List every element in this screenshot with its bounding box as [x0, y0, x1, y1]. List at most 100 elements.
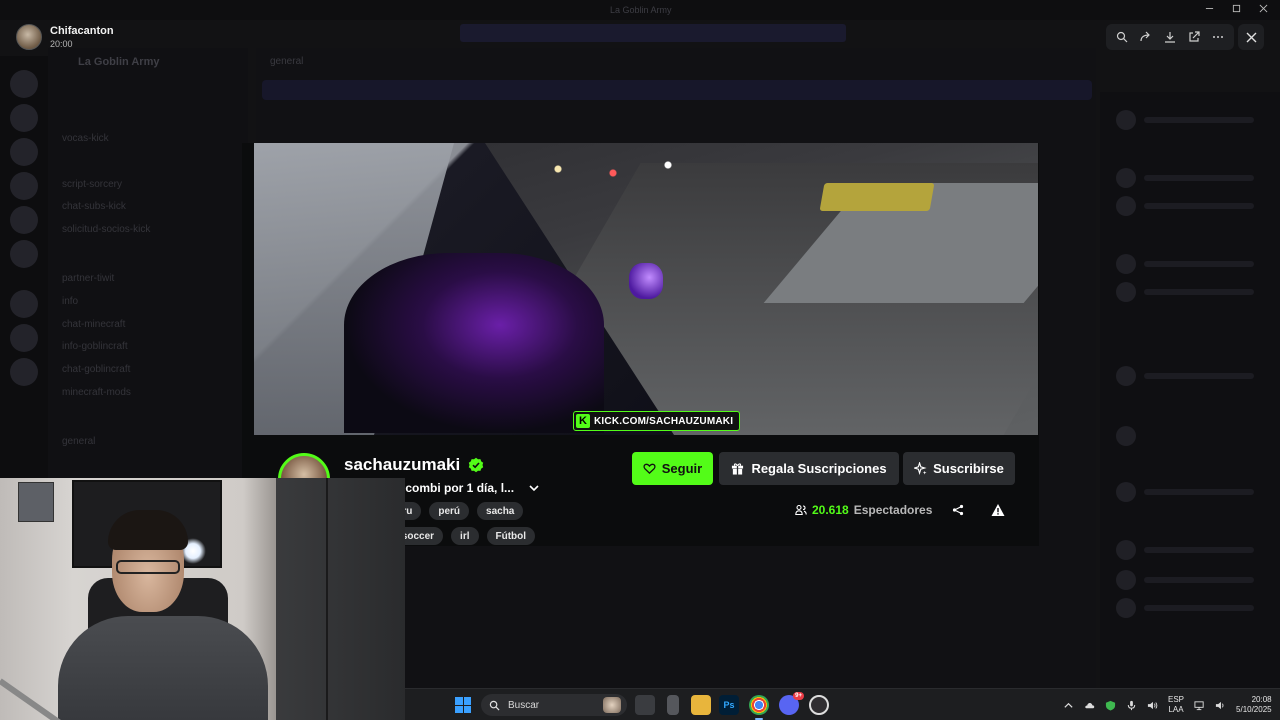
member-name: [1144, 203, 1254, 209]
chrome-icon[interactable]: [749, 695, 769, 720]
photoshop-icon[interactable]: Ps: [719, 695, 739, 715]
follow-label: Seguir: [661, 461, 703, 476]
network-icon[interactable]: [1194, 700, 1205, 711]
more-button[interactable]: [1209, 28, 1227, 46]
download-button[interactable]: [1161, 28, 1179, 46]
member-avatar[interactable]: [1116, 254, 1136, 274]
server-icon[interactable]: [10, 138, 38, 166]
author-name[interactable]: Chifacanton: [50, 25, 114, 37]
streamer-name[interactable]: sachauzumaki: [344, 455, 460, 475]
viewer-count: 20.618 Espectadores: [795, 503, 932, 517]
server-icon[interactable]: [10, 172, 38, 200]
channel-item[interactable]: chat-minecraft: [62, 319, 125, 330]
search-highlight-icon: [603, 697, 621, 713]
taskbar: Buscar Ps 9+ ESP LAA 20:08 5/10/2025: [405, 688, 1280, 720]
server-icon[interactable]: [10, 104, 38, 132]
folder-icon[interactable]: [691, 695, 711, 715]
server-icon[interactable]: [10, 206, 38, 234]
channel-item[interactable]: general: [62, 436, 95, 447]
member-name: [1144, 289, 1254, 295]
channel-item[interactable]: chat-goblincraft: [62, 364, 130, 375]
chat-banner: [262, 80, 1092, 100]
viewer-toolbar: [1106, 24, 1234, 50]
tag[interactable]: sacha: [477, 502, 524, 520]
clock[interactable]: 20:08 5/10/2025: [1236, 695, 1272, 715]
server-icon[interactable]: [10, 358, 38, 386]
cloud-icon[interactable]: [1084, 700, 1095, 711]
viewer-author: Chifacanton 20:00: [16, 24, 114, 50]
server-icon[interactable]: [10, 290, 38, 318]
channel-item[interactable]: chat-subs-kick: [62, 201, 126, 212]
guild-name[interactable]: La Goblin Army: [78, 56, 160, 68]
server-icon[interactable]: [10, 324, 38, 352]
member-avatar[interactable]: [1116, 426, 1136, 446]
wardrobe: [276, 478, 405, 720]
windows-start-icon[interactable]: [455, 697, 471, 713]
microphone-icon[interactable]: [1126, 700, 1137, 711]
server-icon[interactable]: [10, 240, 38, 268]
keyboard-layout: LAA: [1168, 705, 1184, 714]
member-avatar[interactable]: [1116, 598, 1136, 618]
chevron-up-icon[interactable]: [1063, 700, 1074, 711]
member-avatar[interactable]: [1116, 540, 1136, 560]
kick-logo-icon: K: [576, 414, 590, 428]
member-name: [1144, 489, 1254, 495]
subscribe-button[interactable]: Suscribirse: [903, 452, 1015, 485]
window-controls: [1205, 4, 1268, 13]
share-icon[interactable]: [952, 504, 964, 516]
member-avatar[interactable]: [1116, 482, 1136, 502]
member-name: [1144, 175, 1254, 181]
channel-item[interactable]: partner-tiwit: [62, 273, 114, 284]
channel-item[interactable]: vocas-kick: [62, 133, 109, 144]
channel-item[interactable]: solicitud-socios-kick: [62, 224, 150, 235]
system-tray: ESP LAA 20:08 5/10/2025: [1063, 689, 1280, 720]
obs-icon[interactable]: [809, 695, 829, 715]
close-window-icon[interactable]: [1259, 4, 1268, 13]
member-avatar[interactable]: [1116, 168, 1136, 188]
member-avatar[interactable]: [1116, 366, 1136, 386]
warning-icon[interactable]: [991, 503, 1005, 517]
task-view-icon[interactable]: [635, 695, 655, 715]
server-icon[interactable]: [10, 70, 38, 98]
channel-item[interactable]: minecraft-mods: [62, 387, 131, 398]
gift-subs-button[interactable]: Regala Suscripciones: [719, 452, 899, 485]
tag[interactable]: irl: [451, 527, 479, 545]
clock-time: 20:08: [1251, 695, 1272, 704]
member-name: [1144, 373, 1254, 379]
channel-item[interactable]: info-goblincraft: [62, 341, 128, 352]
more-icon: [1213, 36, 1223, 38]
wall-sign: [18, 482, 54, 522]
viewer-label: Espectadores: [853, 503, 933, 517]
discord-icon[interactable]: 9+: [779, 692, 804, 715]
maximize-icon[interactable]: [1232, 4, 1241, 13]
zoom-button[interactable]: [1113, 28, 1131, 46]
author-avatar[interactable]: [16, 24, 42, 50]
forward-icon: [1140, 31, 1150, 42]
member-avatar[interactable]: [1116, 282, 1136, 302]
webcam-overlay: [0, 478, 405, 720]
member-avatar[interactable]: [1116, 110, 1136, 130]
member-avatar[interactable]: [1116, 570, 1136, 590]
shield-icon[interactable]: [1105, 700, 1116, 711]
follow-button[interactable]: Seguir: [632, 452, 713, 485]
window-titlebar: La Goblin Army: [0, 0, 1280, 20]
tag[interactable]: Fútbol: [486, 527, 536, 545]
file-explorer-icon[interactable]: [667, 695, 679, 715]
minimize-icon[interactable]: [1205, 4, 1214, 13]
forward-button[interactable]: [1137, 28, 1155, 46]
volume-icon[interactable]: [1215, 700, 1226, 711]
close-viewer-button[interactable]: [1238, 24, 1264, 50]
language-indicator[interactable]: ESP LAA: [1168, 695, 1184, 715]
tag[interactable]: perú: [429, 502, 470, 520]
open-external-button[interactable]: [1185, 28, 1203, 46]
channel-item[interactable]: script-sorcery: [62, 179, 122, 190]
van-interior: [344, 253, 604, 433]
speaker-icon[interactable]: [1147, 700, 1158, 711]
chevron-down-icon[interactable]: [528, 482, 540, 494]
taskbar-search[interactable]: Buscar: [481, 694, 627, 716]
channel-item[interactable]: info: [62, 296, 78, 307]
member-name: [1144, 577, 1254, 583]
close-icon: [1246, 32, 1256, 42]
kick-watermark: K KICK.COM/SACHAUZUMAKI: [573, 411, 741, 431]
member-avatar[interactable]: [1116, 196, 1136, 216]
